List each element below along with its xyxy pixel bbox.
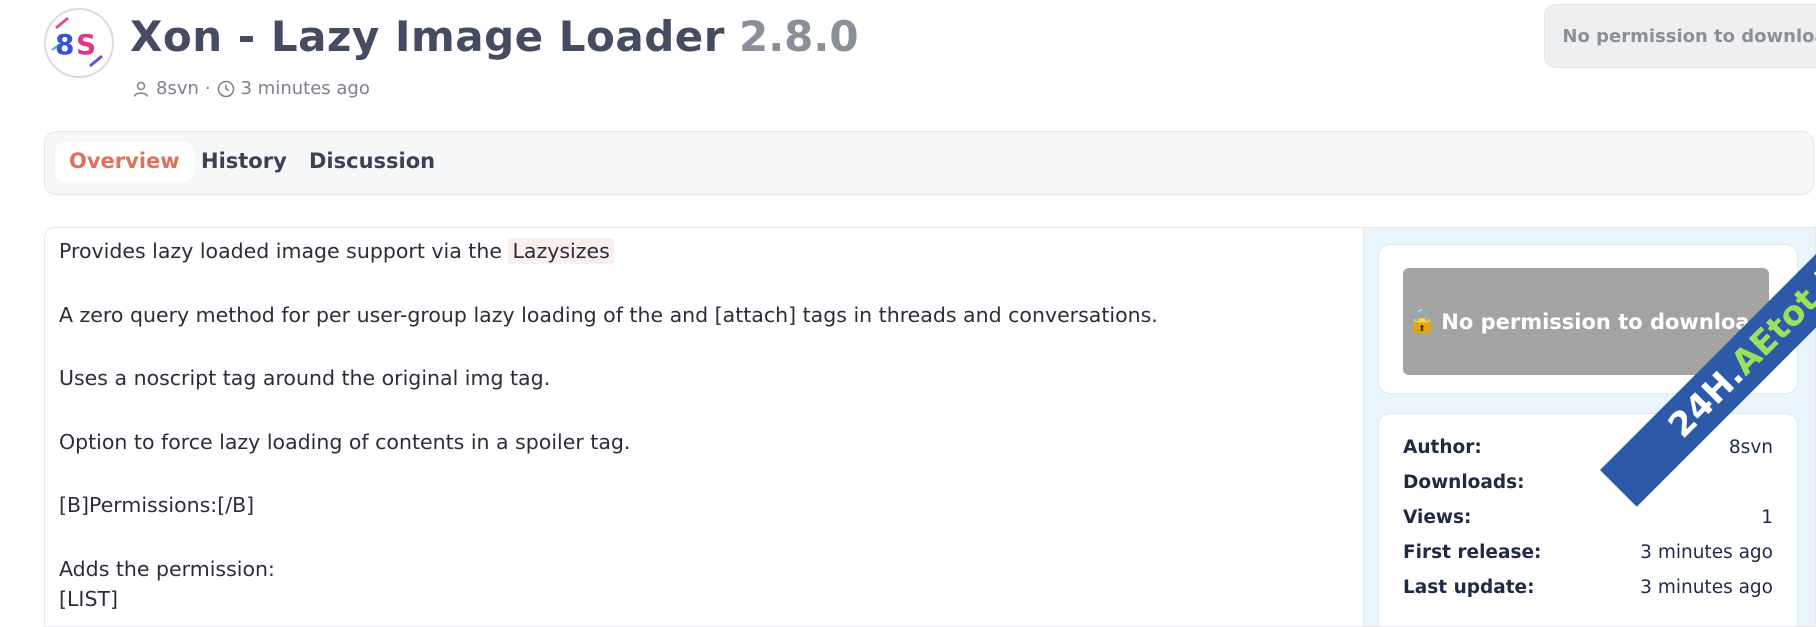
description-line: A zero query method for per user-group l… — [59, 302, 1158, 327]
info-value: 1 — [1761, 506, 1773, 528]
info-label: Last update: — [1403, 576, 1535, 598]
meta-separator: · — [204, 78, 211, 99]
info-row-last-update: Last update: 3 minutes ago — [1403, 572, 1773, 602]
download-button-top[interactable]: No permission to download — [1544, 4, 1816, 68]
lock-icon: 🔒 — [1407, 307, 1438, 335]
resource-tabs: Overview History Discussion — [44, 131, 1814, 195]
user-icon — [133, 81, 149, 97]
author-link[interactable]: 8svn — [156, 78, 199, 99]
clock-icon — [217, 80, 234, 97]
description-line: Provides lazy loaded image support via t… — [59, 236, 1359, 266]
tab-overview[interactable]: Overview — [55, 142, 194, 182]
description-line: Uses a noscript tag around the original … — [59, 366, 551, 390]
resource-meta: 8svn · 3 minutes ago — [132, 78, 370, 99]
resource-title: Xon - Lazy Image Loader — [130, 12, 725, 61]
description-line: Option to force lazy loading of contents… — [59, 429, 631, 454]
resource-header: 8 S Xon - Lazy Image Loader 2.8.0 8svn · … — [44, 4, 1816, 116]
info-label: Downloads: — [1403, 471, 1525, 493]
info-row-downloads: Downloads: — [1403, 467, 1773, 497]
info-label: First release: — [1403, 541, 1542, 563]
description-line: [LIST] — [59, 586, 118, 611]
description-text: Provides lazy loaded image support via t… — [59, 239, 502, 263]
info-row-author: Author: 8svn — [1403, 432, 1773, 462]
info-row-views: Views: 1 — [1403, 502, 1773, 532]
description-line: [B]Permissions:[/B] — [59, 493, 255, 517]
info-row-first-release: First release: 3 minutes ago — [1403, 537, 1773, 567]
svg-text:S: S — [76, 28, 96, 61]
info-value: 3 minutes ago — [1640, 576, 1773, 598]
info-value[interactable]: 8svn — [1729, 437, 1773, 458]
download-button-label: No permission to download — [1441, 310, 1765, 334]
description-line: Adds the permission: — [59, 556, 275, 581]
resource-version: 2.8.0 — [739, 12, 859, 61]
info-label: Author: — [1403, 436, 1482, 458]
info-value: 3 minutes ago — [1640, 541, 1773, 563]
resource-avatar[interactable]: 8 S — [44, 8, 114, 78]
info-panel: Author: 8svn Downloads: Views: 1 First r… — [1378, 413, 1798, 626]
tab-history[interactable]: History — [187, 142, 301, 182]
resource-description: Provides lazy loaded image support via t… — [59, 236, 1359, 614]
post-time[interactable]: 3 minutes ago — [241, 78, 370, 99]
resource-sidebar: 🔒 No permission to download Author: 8svn … — [1363, 228, 1815, 626]
lazysizes-link[interactable]: Lazysizes — [508, 238, 614, 264]
svg-text:8: 8 — [55, 28, 74, 61]
tab-discussion[interactable]: Discussion — [295, 142, 449, 182]
resource-main: Provides lazy loaded image support via t… — [44, 227, 1816, 627]
info-label: Views: — [1403, 506, 1472, 528]
resource-title-line: Xon - Lazy Image Loader 2.8.0 — [130, 12, 859, 61]
